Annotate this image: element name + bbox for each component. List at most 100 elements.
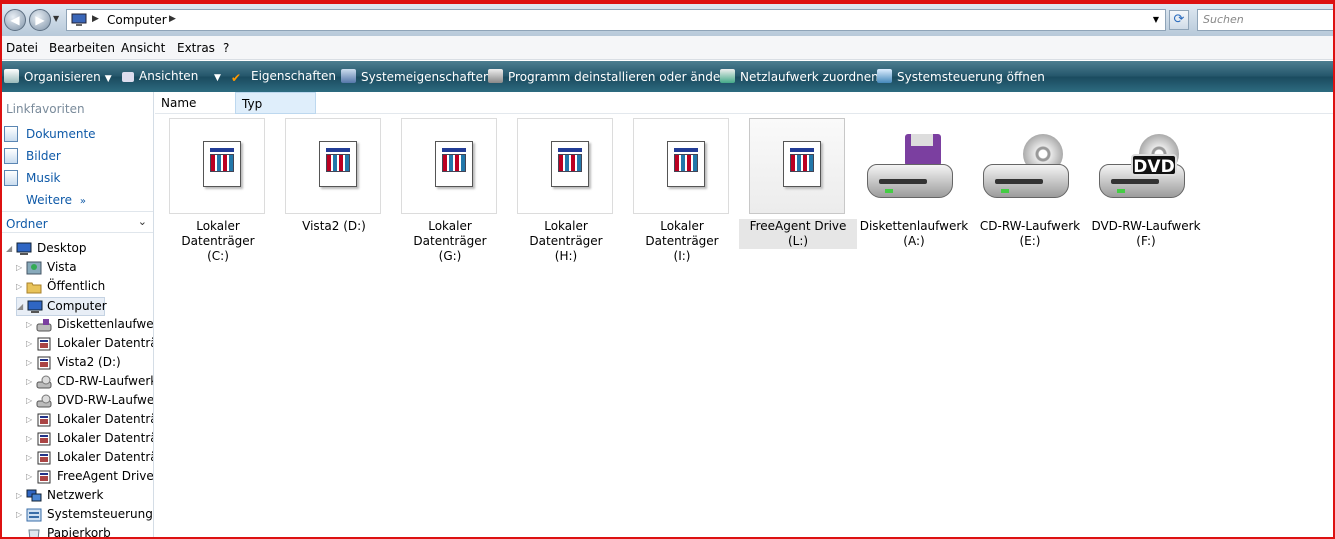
- drive-thumbnail: [749, 118, 845, 214]
- favorite-link-music[interactable]: Musik: [26, 171, 61, 185]
- organize-icon: [4, 69, 19, 83]
- drive-item-i[interactable]: Lokaler Datenträger (I:): [623, 116, 733, 263]
- tree-item-local-disk-i[interactable]: ▷ Lokaler Datenträg: [26, 449, 153, 468]
- drive-label-line1: Lokaler Datenträger: [413, 219, 487, 248]
- organize-button[interactable]: Organisieren ▼: [4, 69, 112, 84]
- collapsed-arrow-icon[interactable]: ▷: [16, 259, 22, 276]
- folder-icon: [26, 282, 42, 294]
- hard-disk-icon: [37, 356, 51, 370]
- drive-item-c[interactable]: Lokaler Datenträger (C:): [159, 116, 269, 263]
- views-button[interactable]: Ansichten: [122, 69, 198, 83]
- drive-item-l[interactable]: FreeAgent Drive (L:): [739, 116, 857, 249]
- folders-label: Ordner: [6, 217, 48, 231]
- tree-item-public[interactable]: ▷ Öffentlich: [16, 278, 136, 297]
- hard-disk-icon: [783, 141, 821, 187]
- drive-item-g[interactable]: Lokaler Datenträger (G:): [391, 116, 501, 263]
- map-network-drive-button[interactable]: Netzlaufwerk zuordnen: [720, 69, 879, 84]
- favorite-link-more[interactable]: Weitere »: [26, 193, 86, 207]
- system-properties-icon: [341, 69, 356, 83]
- column-type[interactable]: Typ: [235, 92, 316, 114]
- chevron-down-icon: ⌄: [137, 215, 147, 228]
- search-input[interactable]: Suchen: [1197, 9, 1333, 31]
- address-box[interactable]: ▶ Computer ▶ ▼: [66, 9, 1166, 31]
- menu-bar: Datei Bearbeiten Ansicht Extras ?: [2, 36, 1333, 60]
- favorite-link-documents[interactable]: Dokumente: [26, 127, 96, 141]
- tree-item-desktop[interactable]: ◢ Desktop: [6, 240, 126, 259]
- menu-bearbeiten[interactable]: Bearbeiten: [49, 41, 115, 55]
- hard-disk-icon: [37, 413, 51, 427]
- views-dropdown-button[interactable]: ▼: [210, 69, 221, 83]
- collapsed-arrow-icon[interactable]: ▷: [16, 506, 22, 523]
- drive-item-e[interactable]: CD-RW-Laufwerk (E:): [971, 116, 1081, 248]
- open-control-panel-label: Systemsteuerung öffnen: [897, 70, 1045, 84]
- collapsed-arrow-icon[interactable]: ▷: [16, 278, 22, 295]
- collapsed-arrow-icon[interactable]: ▷: [16, 487, 22, 504]
- hard-disk-icon: [435, 141, 473, 187]
- desktop-icon: [16, 242, 32, 255]
- menu-datei[interactable]: Datei: [6, 41, 38, 55]
- collapsed-arrow-icon[interactable]: ▷: [26, 392, 32, 409]
- tree-item-local-disk-h[interactable]: ▷ Lokaler Datenträg: [26, 430, 153, 449]
- tree-item-freeagent[interactable]: ▷ FreeAgent Drive (I: [26, 468, 153, 487]
- menu-help[interactable]: ?: [223, 41, 229, 55]
- tree-item-control-panel[interactable]: ▷ Systemsteuerung: [16, 506, 153, 525]
- open-control-panel-button[interactable]: Systemsteuerung öffnen: [877, 69, 1045, 84]
- control-panel-icon: [26, 508, 42, 522]
- collapsed-arrow-icon[interactable]: ▷: [26, 316, 32, 333]
- tree-item-local-disk-g[interactable]: ▷ Lokaler Datenträg: [26, 411, 153, 430]
- folders-header[interactable]: Ordner ⌄: [2, 211, 153, 233]
- menu-extras[interactable]: Extras: [177, 41, 215, 55]
- tree-item-computer[interactable]: ◢ Computer: [16, 297, 107, 316]
- address-dropdown-icon[interactable]: ▼: [1153, 15, 1159, 24]
- collapsed-arrow-icon[interactable]: ▷: [26, 354, 32, 371]
- uninstall-program-button[interactable]: Programm deinstallieren oder ändern: [488, 69, 733, 84]
- expanded-arrow-icon[interactable]: ◢: [6, 240, 12, 257]
- recent-pages-dropdown[interactable]: ▼: [53, 14, 59, 23]
- breadcrumb-arrow-icon[interactable]: ▶: [92, 14, 99, 24]
- drive-item-f[interactable]: DVD DVD-RW-Laufwerk (F:): [1087, 116, 1201, 248]
- tree-item-vista2[interactable]: ▷ Vista2 (D:): [26, 354, 153, 373]
- computer-icon: [27, 300, 43, 313]
- dvd-logo: DVD: [1131, 154, 1177, 177]
- tree-item-vista[interactable]: ▷ Vista: [16, 259, 136, 278]
- drive-thumbnail: [517, 118, 613, 214]
- breadcrumb-arrow-icon[interactable]: ▶: [169, 14, 176, 24]
- tree-item-dvd-rw[interactable]: ▷ DVD-RW-Laufwer: [26, 392, 153, 411]
- command-bar: Organisieren ▼ Ansichten ▼ ✔ Eigenschaften…: [2, 61, 1333, 92]
- documents-icon: [4, 126, 18, 142]
- properties-button[interactable]: ✔ Eigenschaften: [231, 69, 336, 85]
- tree-item-network[interactable]: ▷ Netzwerk: [16, 487, 136, 506]
- back-button[interactable]: ◀: [4, 9, 26, 31]
- drive-thumbnail: [169, 118, 265, 214]
- menu-ansicht[interactable]: Ansicht: [121, 41, 165, 55]
- drive-item-h[interactable]: Lokaler Datenträger (H:): [507, 116, 617, 263]
- tree-item-cd-rw[interactable]: ▷ CD-RW-Laufwerk: [26, 373, 153, 392]
- drive-label-line2: (C:): [207, 249, 229, 263]
- views-label: Ansichten: [139, 69, 199, 83]
- collapsed-arrow-icon[interactable]: ▷: [26, 411, 32, 428]
- tree-item-floppy[interactable]: ▷ Diskettenlaufwerk: [26, 316, 153, 335]
- refresh-button[interactable]: ⟳: [1169, 10, 1189, 30]
- expanded-arrow-icon[interactable]: ◢: [17, 298, 23, 315]
- favorite-link-pictures[interactable]: Bilder: [26, 149, 61, 163]
- collapsed-arrow-icon[interactable]: ▷: [26, 335, 32, 352]
- control-panel-icon: [877, 69, 892, 83]
- collapsed-arrow-icon[interactable]: ▷: [26, 373, 32, 390]
- drive-item-a[interactable]: Diskettenlaufwerk (A:): [855, 116, 968, 248]
- collapsed-arrow-icon[interactable]: ▷: [26, 468, 32, 485]
- column-name[interactable]: Name: [155, 92, 235, 114]
- pictures-icon: [4, 148, 18, 164]
- collapsed-arrow-icon[interactable]: ▷: [26, 449, 32, 466]
- favorite-links-header: Linkfavoriten: [6, 102, 85, 116]
- breadcrumb-computer[interactable]: Computer: [107, 13, 167, 27]
- tree-label: Lokaler Datenträg: [57, 336, 153, 350]
- map-network-drive-label: Netzlaufwerk zuordnen: [740, 70, 879, 84]
- forward-button[interactable]: ▶: [29, 9, 51, 31]
- system-properties-button[interactable]: Systemeigenschaften: [341, 69, 491, 84]
- cd-drive-icon: [36, 375, 52, 389]
- drive-item-d[interactable]: Vista2 (D:): [275, 116, 385, 248]
- address-bar-area: ◀ ▶ ▼ ▶ Computer ▶ ▼ ⟳ Suchen: [2, 4, 1333, 36]
- collapsed-arrow-icon[interactable]: ▷: [26, 430, 32, 447]
- tree-item-recycle-bin[interactable]: Papierkorb: [16, 525, 136, 537]
- tree-item-local-disk-c[interactable]: ▷ Lokaler Datenträg: [26, 335, 153, 354]
